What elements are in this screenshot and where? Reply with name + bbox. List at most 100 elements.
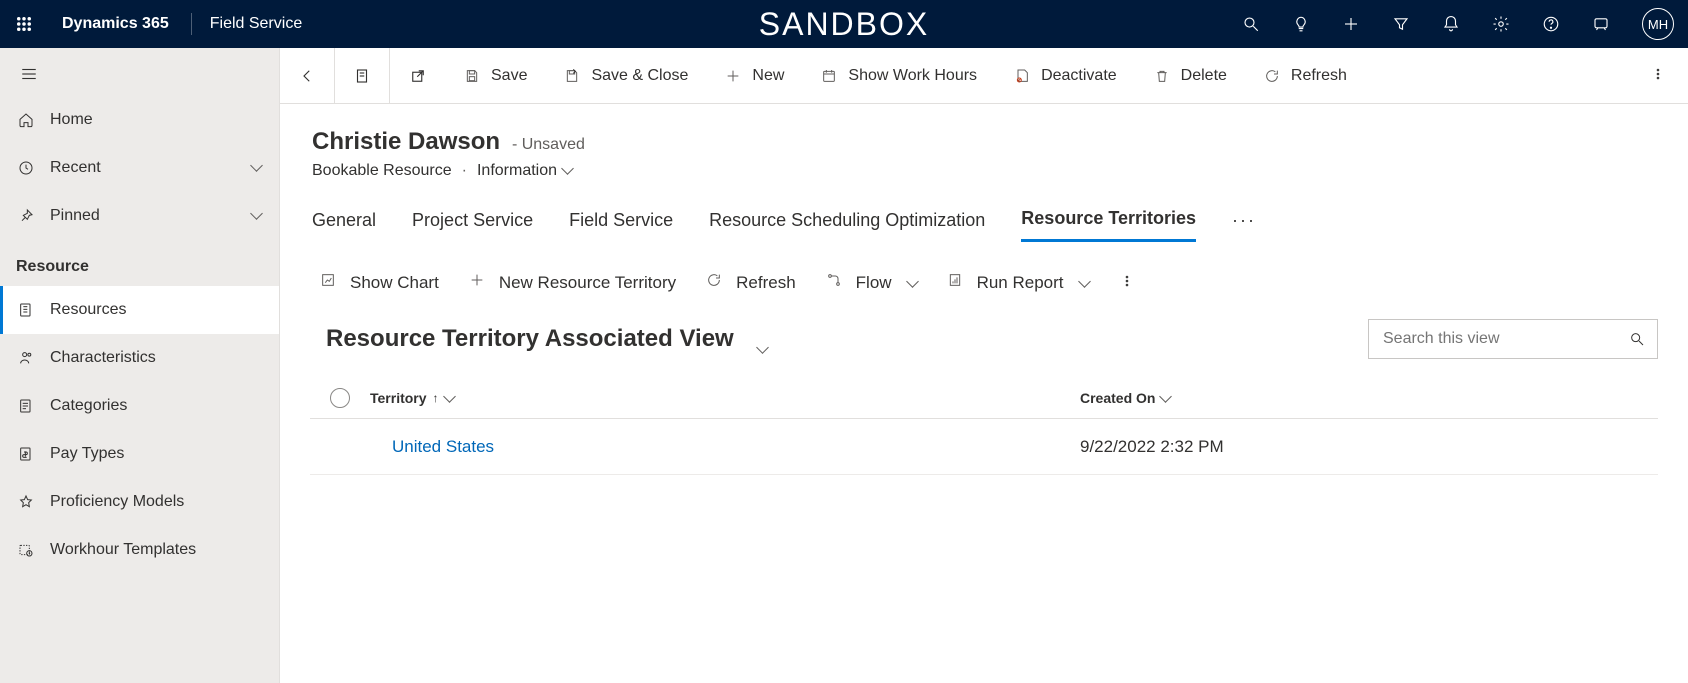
new-label: New	[752, 67, 784, 85]
work-hours-label: Show Work Hours	[848, 67, 977, 85]
column-header-created-on[interactable]: Created On	[1080, 390, 1658, 406]
cell-created-on: 9/22/2022 2:32 PM	[1080, 437, 1658, 457]
sort-ascending-icon: ↑	[433, 391, 439, 405]
sidebar-item-label: Characteristics	[50, 349, 156, 367]
subgrid-refresh-button[interactable]: Refresh	[706, 272, 796, 293]
view-search-box[interactable]	[1368, 319, 1658, 359]
tab-field-service[interactable]: Field Service	[569, 210, 673, 241]
filter-icon[interactable]	[1392, 15, 1410, 33]
more-vertical-icon	[1119, 273, 1135, 289]
refresh-button[interactable]: Refresh	[1245, 48, 1365, 104]
record-command-bar: Save Save & Close New Show Work Hours De…	[280, 48, 1688, 104]
bell-icon[interactable]	[1442, 15, 1460, 33]
sidebar-recent[interactable]: Recent	[0, 144, 279, 192]
new-button[interactable]: New	[706, 48, 802, 104]
chevron-down-icon	[908, 273, 917, 293]
report-icon	[947, 272, 963, 288]
column-header-territory[interactable]: Territory ↑	[370, 390, 1080, 406]
territory-link[interactable]: United States	[392, 437, 494, 456]
grid-header-row: Territory ↑ Created On	[310, 377, 1658, 419]
flow-button[interactable]: Flow	[826, 272, 917, 293]
assistant-icon[interactable]	[1592, 15, 1610, 33]
record-status: - Unsaved	[512, 136, 585, 153]
record-header: Christie Dawson - Unsaved Bookable Resou…	[280, 104, 1688, 180]
sidebar-item-pay-types[interactable]: Pay Types	[0, 430, 279, 478]
help-icon[interactable]	[1542, 15, 1560, 33]
brand-label[interactable]: Dynamics 365	[48, 15, 183, 33]
record-title: Christie Dawson	[312, 128, 500, 155]
trash-icon	[1154, 68, 1170, 84]
record-entity-label: Bookable Resource	[312, 162, 452, 180]
document-icon	[353, 67, 371, 85]
site-map-sidebar: Home Recent Pinned Resource Resources Ch…	[0, 48, 280, 683]
home-icon	[18, 112, 34, 128]
separator-dot: ·	[462, 162, 467, 180]
save-icon	[464, 68, 480, 84]
sidebar-item-characteristics[interactable]: Characteristics	[0, 334, 279, 382]
person-icon	[18, 350, 34, 366]
back-button[interactable]	[280, 48, 335, 104]
sidebar-recent-label: Recent	[50, 159, 101, 177]
sidebar-home-label: Home	[50, 111, 93, 129]
chart-icon	[320, 272, 336, 288]
plus-icon[interactable]	[1342, 15, 1360, 33]
sidebar-item-workhour-templates[interactable]: Workhour Templates	[0, 526, 279, 574]
chevron-down-icon	[252, 207, 261, 225]
lightbulb-icon[interactable]	[1292, 15, 1310, 33]
flow-label: Flow	[856, 273, 892, 293]
pin-icon	[18, 208, 34, 224]
run-report-button[interactable]: Run Report	[947, 272, 1089, 293]
topbar-divider	[191, 13, 192, 35]
show-chart-label: Show Chart	[350, 273, 439, 293]
column-territory-label: Territory	[370, 390, 427, 406]
app-launcher-button[interactable]	[0, 15, 48, 33]
money-icon	[18, 446, 34, 462]
resources-icon	[18, 302, 34, 318]
sidebar-pinned[interactable]: Pinned	[0, 192, 279, 240]
show-work-hours-button[interactable]: Show Work Hours	[802, 48, 995, 104]
hamburger-icon	[20, 65, 38, 83]
search-icon[interactable]	[1242, 15, 1260, 33]
sidebar-toggle-button[interactable]	[0, 52, 279, 96]
tab-overflow-button[interactable]: ···	[1232, 210, 1256, 241]
tab-general[interactable]: General	[312, 210, 376, 241]
app-name-label[interactable]: Field Service	[200, 15, 312, 33]
gear-icon[interactable]	[1492, 15, 1510, 33]
chevron-down-icon	[252, 159, 261, 177]
select-all-checkbox[interactable]	[310, 388, 370, 408]
form-selector[interactable]: Information	[477, 162, 572, 180]
view-selector[interactable]: Resource Territory Associated View	[326, 325, 770, 353]
search-icon[interactable]	[1629, 331, 1645, 347]
environment-label: SANDBOX	[759, 6, 929, 43]
new-territory-label: New Resource Territory	[499, 273, 676, 293]
chevron-down-icon	[1080, 273, 1089, 293]
sidebar-item-proficiency-models[interactable]: Proficiency Models	[0, 478, 279, 526]
open-record-set-button[interactable]	[335, 48, 390, 104]
chevron-down-icon	[1161, 390, 1170, 406]
tab-project-service[interactable]: Project Service	[412, 210, 533, 241]
save-button[interactable]: Save	[445, 48, 545, 104]
sidebar-home[interactable]: Home	[0, 96, 279, 144]
user-avatar[interactable]: MH	[1642, 8, 1674, 40]
main-content: Save Save & Close New Show Work Hours De…	[280, 48, 1688, 683]
grid-row[interactable]: United States 9/22/2022 2:32 PM	[310, 419, 1658, 475]
subgrid-overflow-button[interactable]	[1119, 273, 1135, 292]
tab-rso[interactable]: Resource Scheduling Optimization	[709, 210, 985, 241]
refresh-label: Refresh	[1291, 67, 1347, 85]
popout-button[interactable]	[390, 48, 445, 104]
column-created-label: Created On	[1080, 390, 1155, 406]
subgrid-refresh-label: Refresh	[736, 273, 796, 293]
sidebar-pinned-label: Pinned	[50, 207, 100, 225]
view-search-input[interactable]	[1381, 329, 1619, 349]
deactivate-button[interactable]: Deactivate	[995, 48, 1135, 104]
delete-button[interactable]: Delete	[1135, 48, 1245, 104]
tab-resource-territories[interactable]: Resource Territories	[1021, 208, 1196, 242]
show-chart-button[interactable]: Show Chart	[320, 272, 439, 293]
sidebar-section-resource: Resource	[0, 240, 279, 286]
new-resource-territory-button[interactable]: New Resource Territory	[469, 272, 676, 293]
command-overflow-button[interactable]	[1628, 66, 1688, 85]
sidebar-item-categories[interactable]: Categories	[0, 382, 279, 430]
waffle-icon	[15, 15, 33, 33]
save-close-button[interactable]: Save & Close	[545, 48, 706, 104]
sidebar-item-resources[interactable]: Resources	[0, 286, 279, 334]
